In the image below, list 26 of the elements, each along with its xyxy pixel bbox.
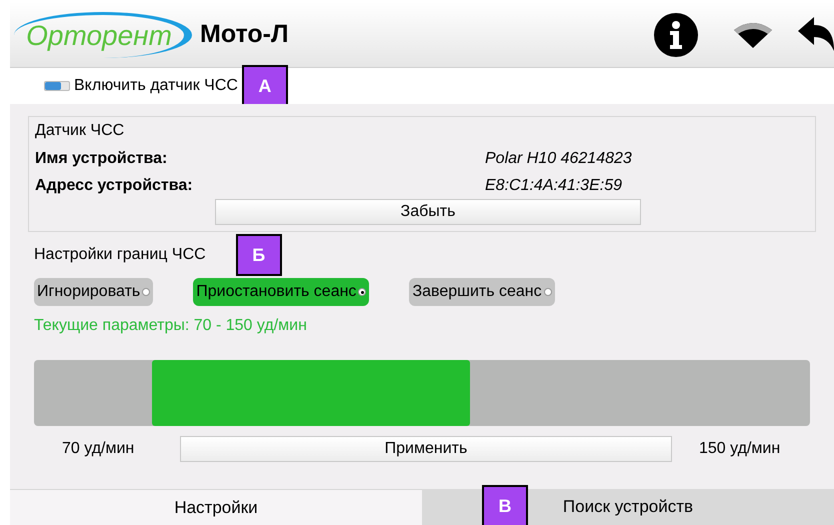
annotation-marker: В: [482, 485, 528, 525]
current-parameters: Текущие параметры: 70 - 150 уд/мин: [34, 316, 308, 336]
annotation-marker: Б: [236, 234, 282, 276]
tab[interactable]: Настройки: [174, 494, 258, 520]
tab[interactable]: Поиск устройств: [562, 494, 694, 520]
min-label: 70 уд/мин: [61, 439, 136, 459]
toggle-label: Включить датчик ЧСС: [74, 76, 238, 96]
toggle-switch[interactable]: [44, 81, 70, 91]
field-value: Polar H10 46214823: [485, 148, 632, 168]
info-icon[interactable]: [654, 12, 698, 56]
section-title: Датчик ЧСС: [35, 121, 126, 141]
annotation-marker: А: [242, 65, 288, 107]
apply-button[interactable]: Применить: [180, 436, 672, 462]
radio-option[interactable]: Игнорировать: [34, 278, 154, 306]
app-title: Мото-Л: [200, 18, 289, 50]
range-track[interactable]: [34, 360, 810, 426]
field-value: E8:C1:4A:41:3E:59: [485, 176, 622, 196]
max-label: 150 уд/мин: [699, 439, 780, 459]
field-label: Адресс устройства:: [35, 176, 194, 196]
field-label: Имя устройства:: [35, 148, 168, 168]
radio-option[interactable]: Завершить сеанс: [409, 278, 555, 306]
radio-option[interactable]: Приостановить сеанс: [193, 278, 370, 306]
forget-button[interactable]: Забыть: [215, 199, 641, 225]
wifi-icon[interactable]: [734, 22, 772, 48]
logo: Орторент: [14, 12, 192, 58]
section-title: Настройки границ ЧСС: [34, 245, 206, 265]
